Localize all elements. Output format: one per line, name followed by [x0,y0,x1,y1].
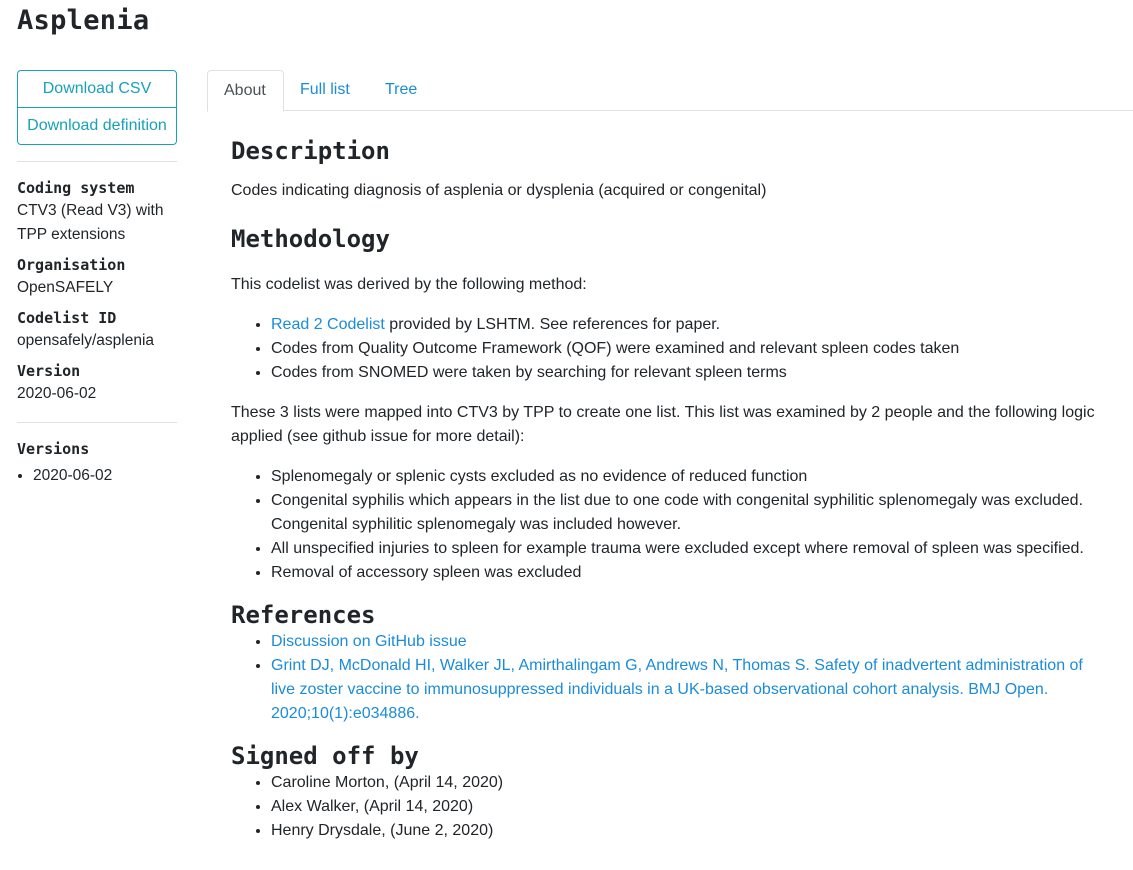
references-heading: References [231,601,376,629]
list-item: Henry Drysdale, (June 2, 2020) [271,819,1111,843]
codelist-metadata: Coding system CTV3 (Read V3) with TPP ex… [17,177,177,406]
paper-reference-link[interactable]: Grint DJ, McDonald HI, Walker JL, Amirth… [271,657,1083,722]
list-item: Codes from SNOMED were taken by searchin… [271,361,1111,385]
download-definition-button[interactable]: Download definition [18,107,176,144]
references-list: Discussion on GitHub issue Grint DJ, McD… [231,630,1111,726]
logic-list: Splenomegaly or splenic cysts excluded a… [231,465,1111,585]
tab-tree[interactable]: Tree [369,70,433,111]
signoff-list: Caroline Morton, (April 14, 2020) Alex W… [231,771,1111,843]
meta-label: Coding system [17,179,135,197]
list-item: Congenital syphilis which appears in the… [271,489,1111,537]
mapping-text: These 3 lists were mapped into CTV3 by T… [231,404,1095,445]
methodology-intro: This codelist was derived by the followi… [231,276,587,293]
meta-label: Version [17,362,81,380]
list-item: Grint DJ, McDonald HI, Walker JL, Amirth… [271,654,1111,726]
meta-value: 2020-06-02 [17,385,97,402]
versions-heading: Versions [17,440,90,458]
about-panel: Description Codes indicating diagnosis o… [231,133,1111,843]
meta-value: opensafely/asplenia [17,332,155,349]
tab-bar: About Full list Tree [207,70,1133,112]
sidebar-divider [17,161,177,162]
tab-full-list[interactable]: Full list [284,70,366,111]
methodology-heading: Methodology [231,225,390,253]
download-csv-button[interactable]: Download CSV [18,71,176,107]
github-issue-link[interactable]: Discussion on GitHub issue [271,633,467,650]
list-item: Removal of accessory spleen was excluded [271,561,1111,585]
sidebar: Download CSV Download definition Coding … [17,70,177,488]
codelist-id-block: Codelist ID opensafely/asplenia [17,307,177,353]
coding-system-block: Coding system CTV3 (Read V3) with TPP ex… [17,177,177,247]
meta-value: OpenSAFELY [17,279,114,296]
description-text: Codes indicating diagnosis of asplenia o… [231,182,767,199]
list-item: All unspecified injuries to spleen for e… [271,537,1111,561]
read2-codelist-link[interactable]: Read 2 Codelist [271,316,385,333]
list-item-text: provided by LSHTM. See references for pa… [384,316,721,333]
list-item: Discussion on GitHub issue [271,630,1111,654]
signed-off-heading: Signed off by [231,742,419,770]
versions-list: 2020-06-02 [17,464,177,488]
list-item: Caroline Morton, (April 14, 2020) [271,771,1111,795]
meta-value: CTV3 (Read V3) with TPP extensions [17,202,164,243]
list-item: Codes from Quality Outcome Framework (QO… [271,337,1111,361]
version-item[interactable]: 2020-06-02 [33,464,177,488]
meta-label: Codelist ID [17,309,117,327]
page-title: Asplenia [17,5,150,36]
list-item: Alex Walker, (April 14, 2020) [271,795,1111,819]
tab-about[interactable]: About [207,70,284,112]
version-block: Version 2020-06-02 [17,360,177,406]
organisation-block: Organisation OpenSAFELY [17,254,177,300]
methods-list: Read 2 Codelist provided by LSHTM. See r… [231,313,1111,385]
list-item: Read 2 Codelist provided by LSHTM. See r… [271,313,1111,337]
list-item: Splenomegaly or splenic cysts excluded a… [271,465,1111,489]
download-button-group: Download CSV Download definition [17,70,177,145]
meta-label: Organisation [17,256,126,274]
sidebar-divider [17,422,177,423]
description-heading: Description [231,137,390,165]
